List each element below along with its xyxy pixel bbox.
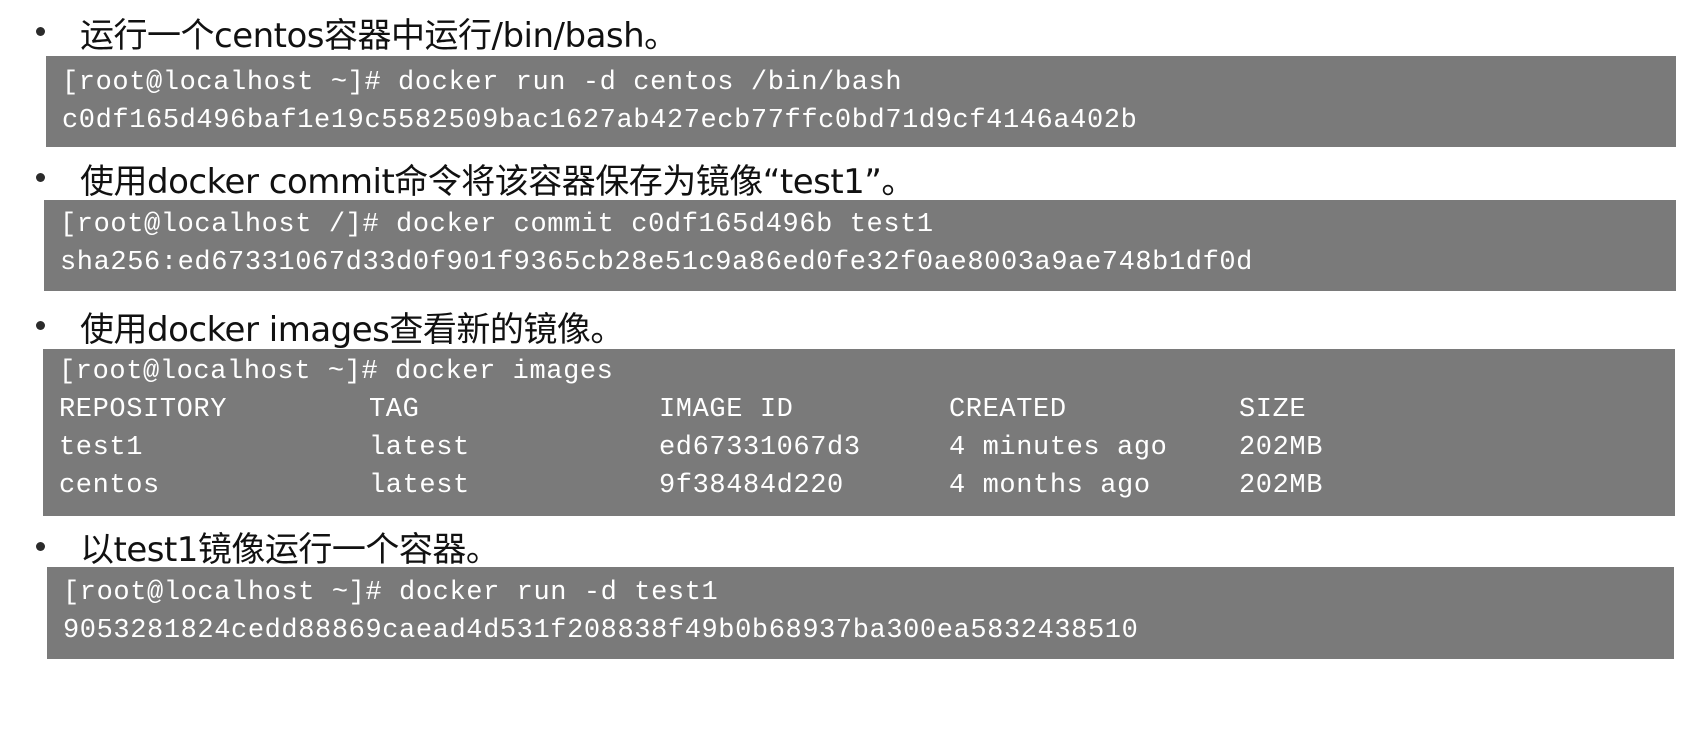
created-cell: 4 months ago [949,471,1151,501]
created-cell: 4 minutes ago [949,433,1168,463]
bullet-icon [36,173,45,182]
tag-cell: latest [369,471,470,501]
command-line: [root@localhost ~]# docker run -d test1 [63,578,719,608]
step-2-text: 使用docker commit命令将该容器保存为镜像“test1”。 [80,162,915,202]
table-row: test1 latest ed67331067d3 4 minutes ago … [59,429,1675,467]
step-3-text: 使用docker images查看新的镜像。 [80,310,624,350]
code-block-3: [root@localhost ~]# docker images REPOSI… [43,349,1675,516]
bullet-icon [36,27,45,36]
image-id-cell: 9f38484d220 [659,471,844,501]
table-header-row: REPOSITORY TAG IMAGE ID CREATED SIZE [59,391,1675,429]
command-line: [root@localhost ~]# docker run -d centos… [62,68,903,98]
size-cell: 202MB [1239,433,1324,463]
repository-cell: test1 [59,433,144,463]
table-row: centos latest 9f38484d220 4 months ago 2… [59,467,1675,505]
repository-cell: centos [59,471,160,501]
step-4-text: 以test1镜像运行一个容器。 [80,530,500,570]
column-header-repository: REPOSITORY [59,395,228,425]
code-block-2: [root@localhost /]# docker commit c0df16… [44,200,1676,291]
column-header-tag: TAG [369,395,420,425]
size-cell: 202MB [1239,471,1324,501]
image-id-cell: ed67331067d3 [659,433,861,463]
command-output: c0df165d496baf1e19c5582509bac1627ab427ec… [62,106,1138,136]
column-header-size: SIZE [1239,395,1307,425]
bullet-icon [36,542,45,551]
bullet-icon [36,321,45,330]
column-header-created: CREATED [949,395,1067,425]
column-header-image-id: IMAGE ID [659,395,794,425]
code-block-4: [root@localhost ~]# docker run -d test1 … [47,567,1674,659]
step-1-text: 运行一个centos容器中运行/bin/bash。 [80,16,678,56]
command-output: 9053281824cedd88869caead4d531f208838f49b… [63,616,1139,646]
command-line: [root@localhost /]# docker commit c0df16… [60,210,934,240]
command-output: sha256:ed67331067d33d0f901f9365cb28e51c9… [60,248,1253,278]
code-block-1: [root@localhost ~]# docker run -d centos… [46,56,1676,147]
tag-cell: latest [369,433,470,463]
command-line: [root@localhost ~]# docker images [59,357,614,387]
